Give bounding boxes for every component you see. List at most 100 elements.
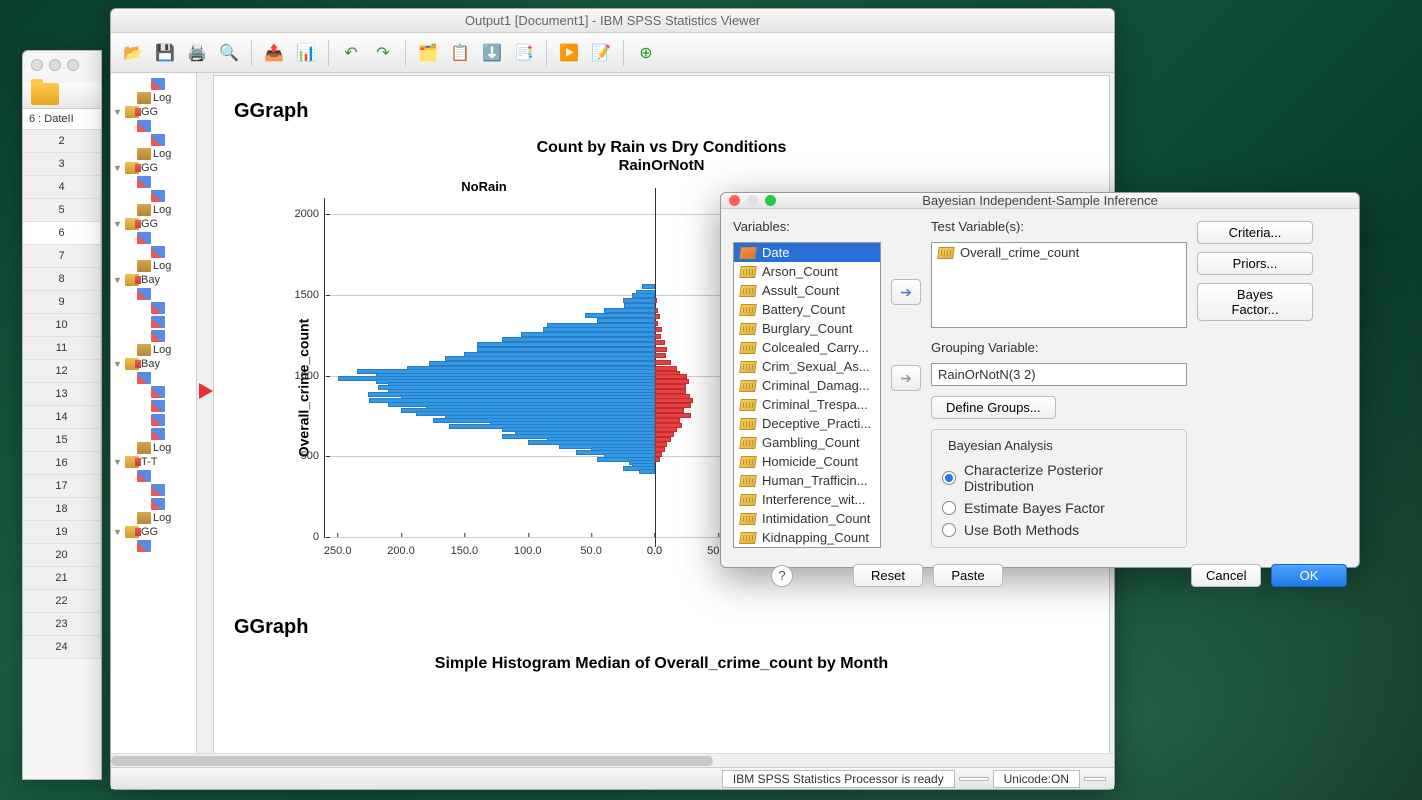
variable-item[interactable]: Deceptive_Practi... — [734, 414, 880, 433]
row-header[interactable]: 9 — [23, 291, 101, 314]
outline-item[interactable] — [111, 427, 196, 441]
outline-item[interactable] — [111, 497, 196, 511]
test-variable-item[interactable]: Overall_crime_count — [932, 243, 1186, 262]
outline-item[interactable] — [111, 245, 196, 259]
row-header[interactable]: 18 — [23, 498, 101, 521]
grouping-variable-field[interactable]: RainOrNotN(3 2) — [931, 363, 1187, 386]
outline-item[interactable] — [111, 413, 196, 427]
open-folder-icon[interactable] — [31, 83, 59, 105]
variable-item[interactable]: Arson_Count — [734, 262, 880, 281]
ok-button[interactable]: OK — [1271, 564, 1347, 587]
move-to-test-button[interactable]: ➔ — [891, 279, 921, 305]
variable-item[interactable]: Kidnapping_Count — [734, 528, 880, 547]
row-header[interactable]: 17 — [23, 475, 101, 498]
add-button[interactable]: ⊕ — [632, 39, 660, 67]
variable-item[interactable]: Assult_Count — [734, 281, 880, 300]
variable-item[interactable]: Criminal_Damag... — [734, 376, 880, 395]
variable-item[interactable]: Colcealed_Carry... — [734, 338, 880, 357]
variable-item[interactable]: Criminal_Trespa... — [734, 395, 880, 414]
zoom-icon[interactable] — [67, 59, 79, 71]
cancel-button[interactable]: Cancel — [1191, 564, 1261, 587]
variables-listbox[interactable]: DateArson_CountAssult_CountBattery_Count… — [733, 242, 881, 548]
export-button[interactable]: 📤 — [260, 39, 288, 67]
outline-item[interactable] — [111, 77, 196, 91]
goto-data-button[interactable]: 📊 — [292, 39, 320, 67]
variable-item[interactable]: Gambling_Count — [734, 433, 880, 452]
row-header[interactable]: 20 — [23, 544, 101, 567]
test-variables-listbox[interactable]: Overall_crime_count — [931, 242, 1187, 328]
save-button[interactable]: 💾 — [151, 39, 179, 67]
select-button[interactable]: 📑 — [510, 39, 538, 67]
row-header[interactable]: 8 — [23, 268, 101, 291]
goto-case-button[interactable]: 🗂️ — [414, 39, 442, 67]
variable-item[interactable]: Intimidation_Count — [734, 509, 880, 528]
outline-item[interactable] — [111, 329, 196, 343]
close-icon[interactable] — [31, 59, 43, 71]
outline-item[interactable] — [111, 175, 196, 189]
output-outline[interactable]: Log▼GGLog▼GGLog▼GGLog▼BayLog▼BayLog▼T-TL… — [111, 73, 197, 753]
row-header[interactable]: 12 — [23, 360, 101, 383]
outline-item[interactable] — [111, 399, 196, 413]
outline-item[interactable]: ▼T-T — [111, 455, 196, 469]
priors-button[interactable]: Priors... — [1197, 252, 1313, 275]
row-header[interactable]: 19 — [23, 521, 101, 544]
paste-button[interactable]: Paste — [933, 564, 1003, 587]
row-header[interactable]: 4 — [23, 176, 101, 199]
outline-item[interactable]: ▼Bay — [111, 273, 196, 287]
variable-item[interactable]: Homicide_Count — [734, 452, 880, 471]
outline-item[interactable] — [111, 483, 196, 497]
outline-item[interactable]: ▼Bay — [111, 357, 196, 371]
outline-item[interactable] — [111, 287, 196, 301]
outline-item[interactable] — [111, 301, 196, 315]
row-header[interactable]: 23 — [23, 613, 101, 636]
outline-item[interactable] — [111, 539, 196, 553]
outline-item[interactable] — [111, 231, 196, 245]
outline-item[interactable]: Log — [111, 203, 196, 217]
horizontal-scrollbar[interactable] — [111, 753, 1114, 767]
dialog-zoom-icon[interactable] — [765, 195, 776, 206]
radio-option[interactable]: Characterize Posterior Distribution — [942, 459, 1176, 497]
row-header[interactable]: 6 — [23, 222, 101, 245]
outline-item[interactable]: ▼GG — [111, 217, 196, 231]
outline-item[interactable]: Log — [111, 91, 196, 105]
row-header[interactable]: 7 — [23, 245, 101, 268]
outline-item[interactable]: Log — [111, 343, 196, 357]
outline-item[interactable]: Log — [111, 147, 196, 161]
row-header[interactable]: 3 — [23, 153, 101, 176]
minimize-icon[interactable] — [49, 59, 61, 71]
open-button[interactable]: 📂 — [119, 39, 147, 67]
criteria-button[interactable]: Criteria... — [1197, 221, 1313, 244]
help-button[interactable]: ? — [771, 565, 793, 587]
outline-item[interactable] — [111, 189, 196, 203]
undo-button[interactable]: ↶ — [337, 39, 365, 67]
radio-option[interactable]: Estimate Bayes Factor — [942, 497, 1176, 519]
outline-item[interactable] — [111, 469, 196, 483]
row-header[interactable]: 11 — [23, 337, 101, 360]
reset-button[interactable]: Reset — [853, 564, 923, 587]
variable-item[interactable]: Crim_Sexual_As... — [734, 357, 880, 376]
outline-item[interactable] — [111, 315, 196, 329]
move-to-grouping-button[interactable]: ➔ — [891, 365, 921, 391]
outline-item[interactable] — [111, 133, 196, 147]
outline-item[interactable]: Log — [111, 511, 196, 525]
variable-item[interactable]: Date — [734, 243, 880, 262]
outline-item[interactable]: ▼GG — [111, 525, 196, 539]
row-header[interactable]: 2 — [23, 130, 101, 153]
row-header[interactable]: 15 — [23, 429, 101, 452]
outline-item[interactable] — [111, 371, 196, 385]
row-header[interactable]: 10 — [23, 314, 101, 337]
bayes-factor-button[interactable]: Bayes Factor... — [1197, 283, 1313, 321]
dialog-close-icon[interactable] — [729, 195, 740, 206]
row-header[interactable]: 14 — [23, 406, 101, 429]
variables-button[interactable]: 📋 — [446, 39, 474, 67]
outline-item[interactable] — [111, 385, 196, 399]
outline-item[interactable]: ▼GG — [111, 161, 196, 175]
row-header[interactable]: 16 — [23, 452, 101, 475]
outline-item[interactable]: Log — [111, 441, 196, 455]
variable-item[interactable]: Interference_wit... — [734, 490, 880, 509]
redo-button[interactable]: ↷ — [369, 39, 397, 67]
variable-item[interactable]: Burglary_Count — [734, 319, 880, 338]
variable-item[interactable]: Human_Trafficin... — [734, 471, 880, 490]
radio-option[interactable]: Use Both Methods — [942, 519, 1176, 541]
define-groups-button[interactable]: Define Groups... — [931, 396, 1056, 419]
